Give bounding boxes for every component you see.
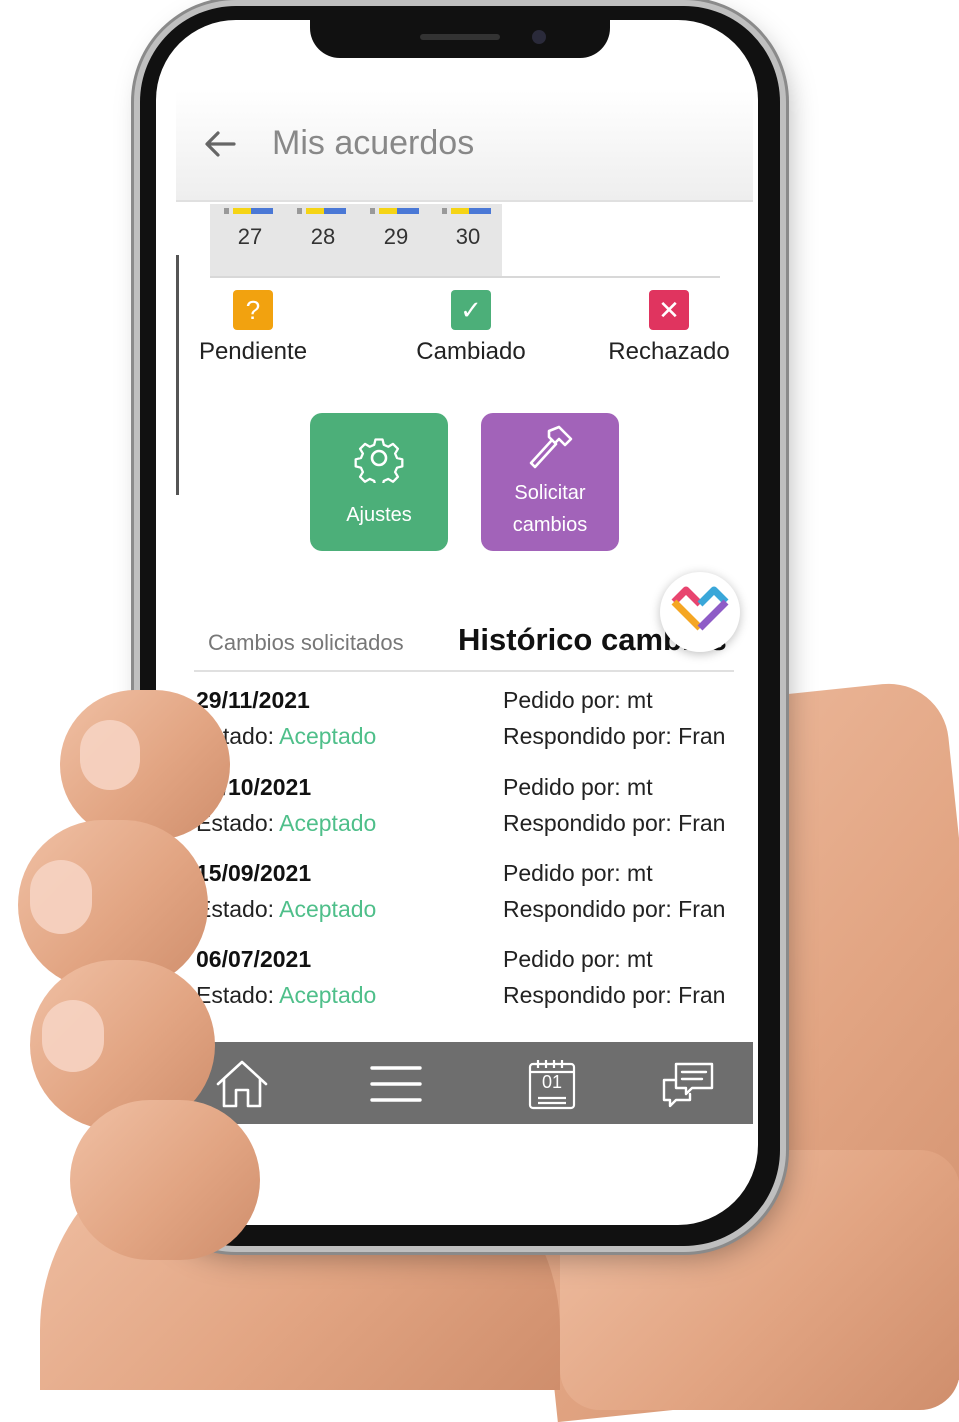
day-status-bars — [224, 208, 274, 214]
change-status: Estado: Aceptado — [196, 982, 376, 1009]
request-label-line2: cambios — [512, 514, 588, 536]
app-header: Mis acuerdos — [176, 90, 753, 202]
legend-label: Cambiado — [416, 338, 526, 365]
calendar-strip: 27 28 29 30 — [210, 204, 502, 276]
day-status-bars — [442, 208, 492, 214]
tab-requested-changes[interactable]: Cambios solicitados — [208, 630, 404, 656]
status-value: Aceptado — [279, 982, 377, 1008]
phone-speaker — [420, 34, 500, 40]
legend-label: Pendiente — [198, 338, 308, 365]
requested-by: Pedido por: mt — [503, 860, 653, 886]
day-status-bars — [297, 208, 347, 214]
day-number: 28 — [310, 224, 336, 249]
day-number: 27 — [237, 224, 263, 249]
legend-label: Rechazado — [608, 338, 730, 365]
question-icon: ? — [233, 290, 273, 330]
status-value: Aceptado — [279, 810, 377, 836]
responded-by: Respondido por: Fran — [503, 810, 726, 836]
app-screen: Mis acuerdos 27 28 29 30 ? Pendiente ✓ C… — [176, 90, 753, 1124]
responded-by: Respondido por: Fran — [503, 982, 726, 1008]
chat-icon[interactable] — [660, 1058, 716, 1110]
calendar-day[interactable]: 28 — [287, 204, 347, 274]
day-status-bars — [370, 208, 420, 214]
page-title: Mis acuerdos — [272, 124, 475, 162]
hammer-icon — [529, 425, 573, 469]
phone-notch — [310, 6, 610, 58]
legend-pending: ? Pendiente — [178, 290, 328, 366]
request-label-line1: Solicitar — [514, 482, 586, 504]
change-status: Estado: Aceptado — [196, 810, 376, 837]
responded-by: Respondido por: Fran — [503, 896, 726, 922]
change-status: Estado: Aceptado — [196, 896, 376, 923]
fingernail — [80, 720, 140, 790]
day-number: 29 — [383, 224, 409, 249]
calendar-divider — [210, 276, 720, 278]
settings-label: Ajustes — [346, 504, 412, 526]
legend-rejected: ✕ Rechazado — [594, 290, 744, 366]
requested-by: Pedido por: mt — [503, 774, 653, 800]
history-row[interactable]: 06/07/2021 Estado: Aceptado Pedido por: … — [196, 946, 753, 1026]
change-date: 06/07/2021 — [196, 946, 312, 972]
calendar-day[interactable]: 29 — [360, 204, 420, 274]
phone-camera — [532, 30, 546, 44]
calendar-day[interactable]: 27 — [214, 204, 274, 274]
day-number: 30 — [455, 224, 481, 249]
status-label: Estado: — [196, 982, 274, 1008]
app-logo-button[interactable] — [660, 572, 740, 652]
bottom-nav-bar: 01 — [176, 1042, 753, 1124]
close-icon: ✕ — [649, 290, 689, 330]
history-row[interactable]: 29/11/2021 Estado: Aceptado Pedido por: … — [196, 687, 753, 767]
requested-by: Pedido por: mt — [503, 687, 653, 713]
change-date: 15/09/2021 — [196, 860, 312, 886]
calendar-nav-button[interactable]: 01 — [524, 1058, 580, 1110]
legend-changed: ✓ Cambiado — [396, 290, 546, 366]
history-row[interactable]: 15/09/2021 Estado: Aceptado Pedido por: … — [196, 860, 753, 940]
responded-by: Respondido por: Fran — [503, 723, 726, 749]
tab-bar: Cambios solicitados Histórico cambios — [194, 620, 734, 672]
fingernail — [42, 1000, 104, 1072]
status-value: Aceptado — [279, 896, 377, 922]
request-changes-button[interactable]: Solicitar cambios — [481, 413, 619, 551]
settings-button[interactable]: Ajustes — [310, 413, 448, 551]
fingernail — [30, 860, 92, 934]
finger — [70, 1100, 260, 1260]
calendar-icon-number: 01 — [541, 1072, 563, 1092]
calendar-day[interactable]: 30 — [432, 204, 492, 274]
check-icon: ✓ — [451, 290, 491, 330]
home-icon[interactable] — [214, 1058, 270, 1110]
requested-by: Pedido por: mt — [503, 946, 653, 972]
heart-logo-icon — [671, 586, 729, 631]
gear-icon — [354, 438, 404, 483]
status-value: Aceptado — [279, 723, 377, 749]
back-arrow-icon[interactable] — [200, 124, 240, 164]
menu-icon[interactable] — [368, 1058, 424, 1110]
history-row[interactable]: 03/10/2021 Estado: Aceptado Pedido por: … — [196, 774, 753, 854]
change-date: 29/11/2021 — [196, 687, 310, 713]
